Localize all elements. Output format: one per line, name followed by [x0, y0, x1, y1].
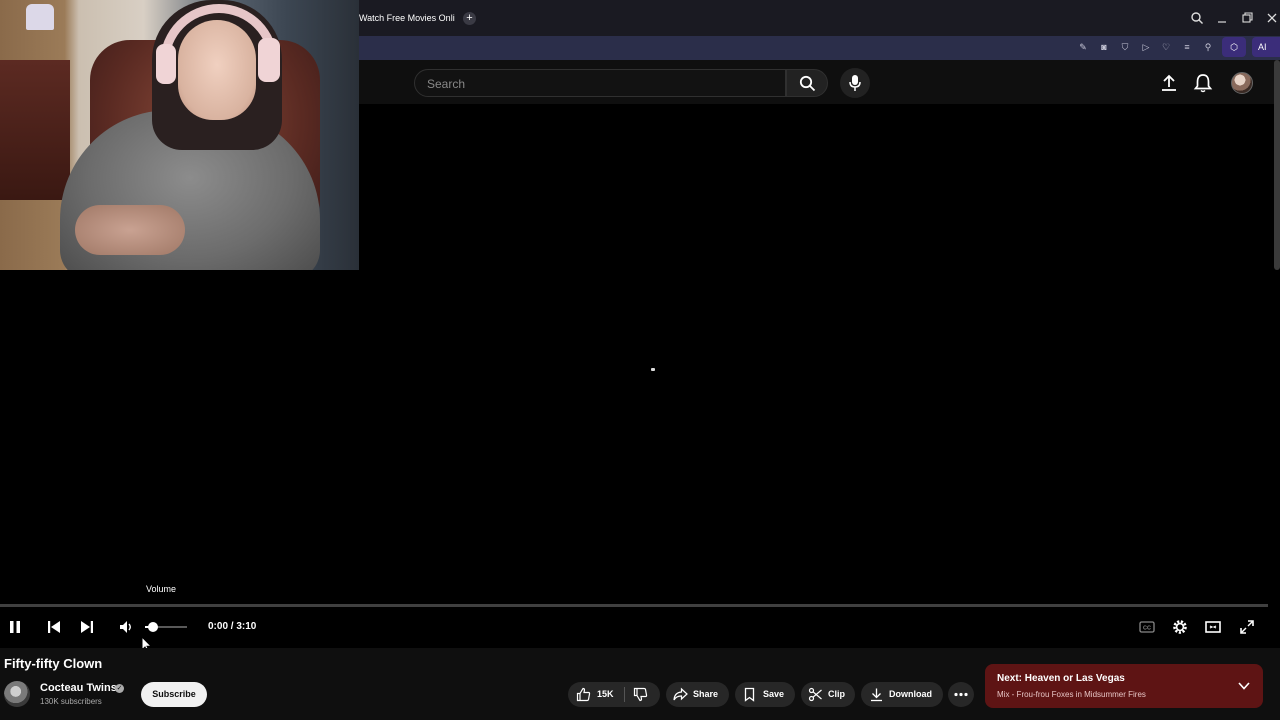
voice-search-button[interactable]	[840, 68, 870, 98]
upload-icon[interactable]	[1158, 72, 1180, 94]
volume-icon[interactable]	[118, 618, 136, 636]
volume-tooltip: Volume	[145, 584, 177, 594]
list-icon[interactable]: ≡	[1181, 41, 1193, 53]
up-next-title: Next: Heaven or Las Vegas	[997, 673, 1125, 684]
avatar[interactable]	[1231, 72, 1253, 94]
browser-search-icon[interactable]	[1190, 11, 1204, 25]
up-next-subtitle: Mix - Frou-frou Foxes in Midsummer Fires	[997, 690, 1146, 699]
like-divider	[624, 687, 625, 702]
search-button[interactable]	[786, 69, 828, 97]
download-label: Download	[889, 689, 932, 699]
cube-icon[interactable]: ⬡	[1222, 37, 1246, 57]
more-actions-button[interactable]	[948, 682, 974, 707]
clip-label: Clip	[828, 689, 845, 699]
bell-icon[interactable]	[1192, 72, 1214, 94]
webcam-lamp	[26, 4, 54, 30]
edit-icon[interactable]: ✎	[1077, 41, 1089, 53]
share-icon	[673, 687, 688, 701]
screen: Watch Free Movies Online + ✎ ◙ ⛉ ▷ ♡ ≡ ⚲…	[0, 0, 1280, 720]
clip-button[interactable]: Clip	[801, 682, 855, 707]
new-tab-plus-icon[interactable]: +	[463, 12, 476, 25]
captions-icon[interactable]: CC	[1138, 618, 1156, 636]
pause-icon[interactable]	[6, 618, 24, 636]
like-count: 15K	[597, 689, 614, 699]
share-label: Share	[693, 689, 719, 699]
up-next-card[interactable]: Next: Heaven or Las Vegas Mix - Frou-fro…	[985, 664, 1263, 708]
page-scrollbar[interactable]	[1274, 60, 1280, 270]
channel-avatar[interactable]	[4, 681, 30, 707]
shield-icon[interactable]: ⛉	[1119, 41, 1131, 53]
chevron-down-icon[interactable]	[1237, 680, 1251, 692]
play-icon[interactable]: ▷	[1140, 41, 1152, 53]
save-label: Save	[763, 689, 785, 699]
save-button[interactable]: Save	[735, 682, 795, 707]
subscriber-count: 130K subscribers	[40, 697, 102, 706]
thumbs-up-icon	[576, 687, 591, 702]
download-button[interactable]: Download	[861, 682, 943, 707]
more-icon	[954, 692, 968, 697]
share-button[interactable]: Share	[666, 682, 729, 707]
volume-slider-knob[interactable]	[148, 622, 159, 632]
volume-slider[interactable]	[145, 622, 187, 632]
search-icon	[799, 75, 816, 92]
theater-icon[interactable]	[1204, 618, 1222, 636]
previous-icon[interactable]	[45, 618, 63, 636]
restore-icon[interactable]	[1240, 11, 1254, 25]
svg-text:CC: CC	[1143, 626, 1151, 632]
webcam-headphone-cup-right	[258, 38, 280, 82]
progress-bar[interactable]	[0, 604, 1268, 607]
mic-icon	[849, 75, 861, 91]
webcam-person-hands	[75, 205, 185, 255]
loading-indicator	[651, 368, 655, 371]
dislike-button[interactable]	[628, 682, 660, 707]
ai-button[interactable]: AI	[1252, 37, 1280, 57]
webcam-overlay	[0, 0, 359, 270]
verified-icon: ✓	[115, 684, 124, 693]
fullscreen-icon[interactable]	[1238, 618, 1256, 636]
download-icon	[871, 688, 882, 702]
webcam-shelf	[0, 60, 70, 200]
next-icon[interactable]	[78, 618, 96, 636]
person-icon[interactable]: ⚲	[1202, 41, 1214, 53]
camera-icon[interactable]: ◙	[1098, 41, 1110, 53]
search-input[interactable]	[427, 76, 767, 92]
video-title: Fifty-fifty Clown	[4, 656, 103, 671]
search-box[interactable]	[414, 69, 786, 97]
channel-name[interactable]: Cocteau Twins	[40, 682, 117, 694]
thumbs-down-icon	[633, 687, 648, 702]
browser-tab-title[interactable]: Watch Free Movies Online	[359, 13, 455, 23]
close-icon[interactable]	[1265, 11, 1279, 25]
like-button[interactable]: 15K	[568, 682, 624, 707]
heart-icon[interactable]: ♡	[1160, 41, 1172, 53]
webcam-headphone-cup-left	[156, 44, 176, 84]
minimize-icon[interactable]	[1215, 11, 1229, 25]
scissors-icon	[808, 687, 822, 702]
like-dislike-group: 15K	[568, 682, 660, 707]
bookmark-icon	[744, 687, 755, 702]
settings-icon[interactable]	[1171, 618, 1189, 636]
time-display: 0:00 / 3:10	[208, 621, 257, 632]
subscribe-button[interactable]: Subscribe	[141, 682, 207, 707]
